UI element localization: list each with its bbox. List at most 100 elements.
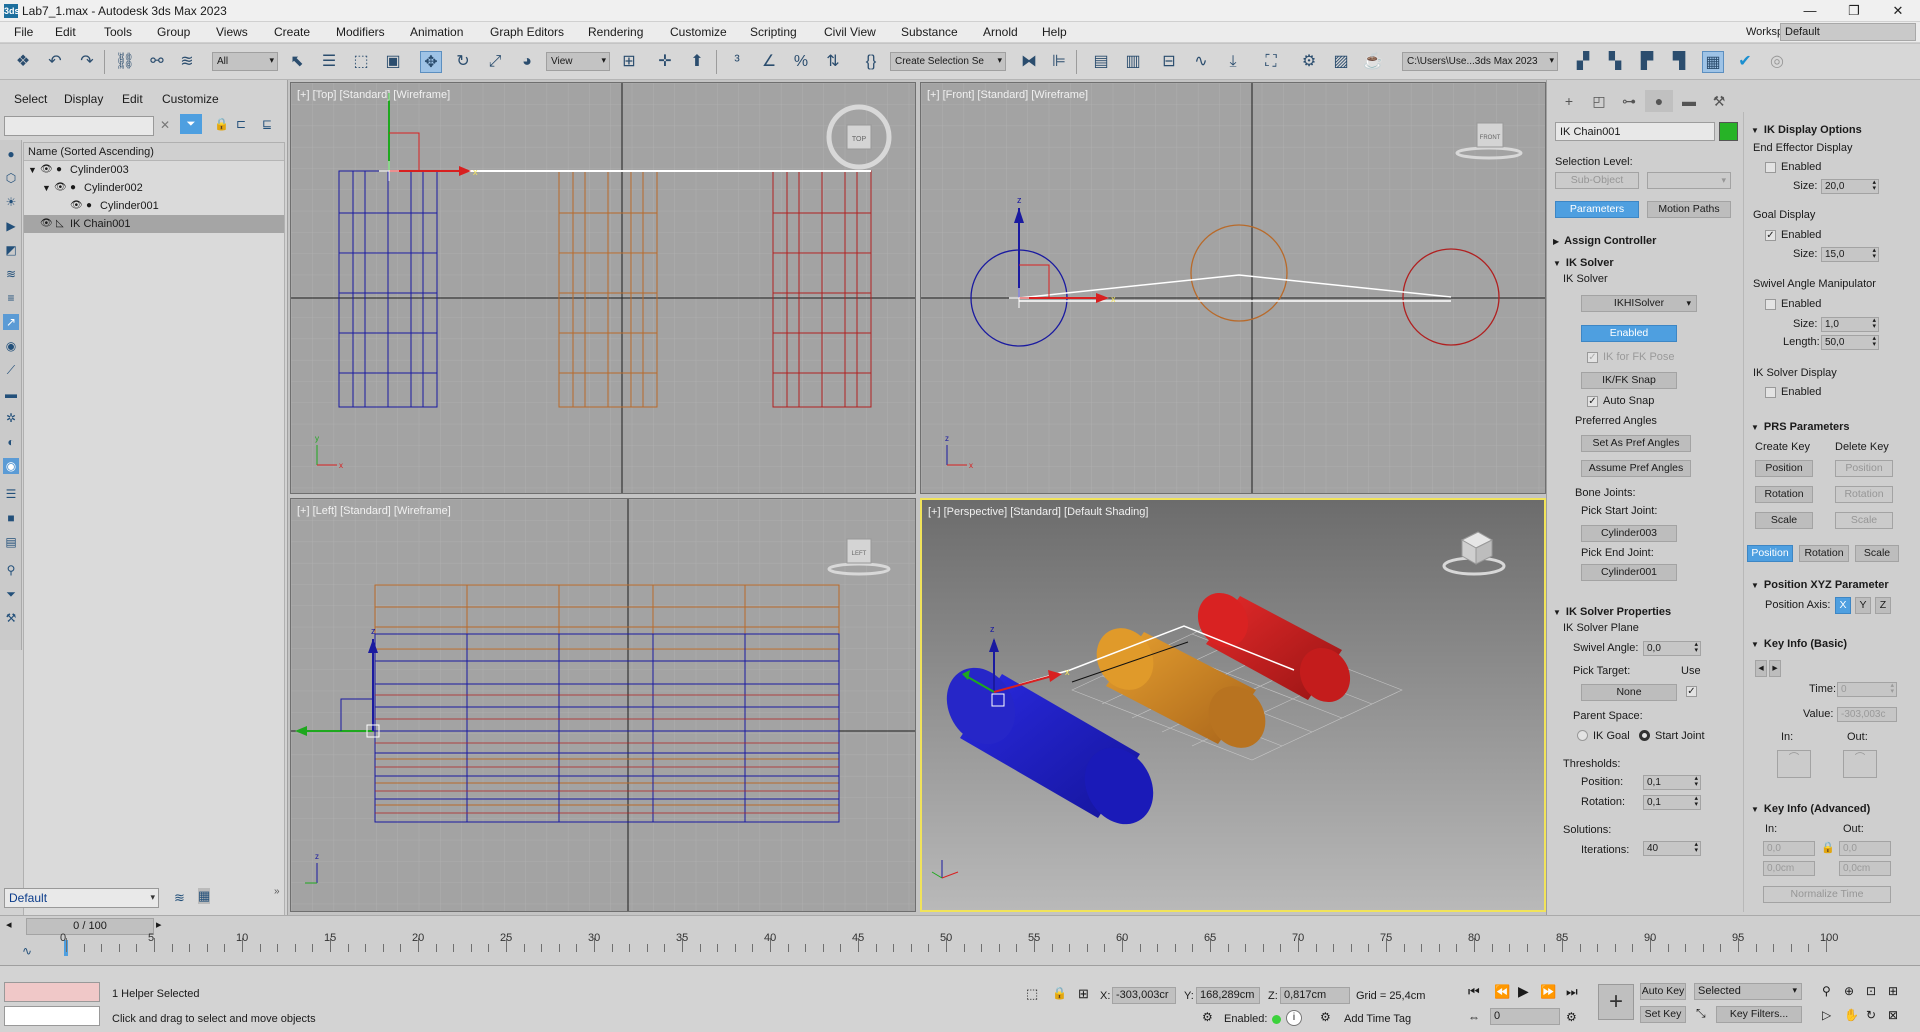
toolbox-icon[interactable]: ⚒ (3, 610, 19, 626)
container-icon-2[interactable]: ▚ (1604, 51, 1626, 73)
minimize-button[interactable]: — (1788, 0, 1832, 22)
close-button[interactable]: ✕ (1876, 0, 1920, 22)
ik-fk-snap-button[interactable]: IK/FK Snap (1581, 372, 1677, 389)
none-icon[interactable]: ▤ (3, 534, 19, 550)
delete-scale-key-button[interactable]: Scale (1835, 512, 1893, 529)
key-info-basic-rollout[interactable]: ▼ Key Info (Basic) (1751, 638, 1847, 650)
select-by-name-icon[interactable]: ☰ (318, 51, 340, 73)
key-mode-icon[interactable]: ⇔ (1468, 1010, 1480, 1024)
time-slider[interactable]: 0 / 100 (26, 918, 154, 935)
material-editor-icon[interactable]: ⛶ (1260, 51, 1282, 73)
menu-arnold[interactable]: Arnold (983, 25, 1018, 39)
pick-target-none-button[interactable]: None (1581, 684, 1677, 701)
isolate-selection-icon[interactable]: ⬚ (1026, 986, 1038, 1002)
link-icon[interactable]: ⛓ (114, 51, 136, 73)
viewport-top-label[interactable]: [+] [Top] [Standard] [Wireframe] (297, 89, 450, 101)
maxscript-input[interactable] (4, 1006, 100, 1026)
ik-goal-radio[interactable] (1577, 730, 1588, 741)
adv-out-spinner[interactable]: 0,0 (1839, 841, 1891, 856)
threshold-position-spinner[interactable]: 0,1 ▴ ▾ (1643, 775, 1701, 790)
helpers-filter-icon[interactable]: ◩ (3, 242, 19, 258)
start-joint-button[interactable]: Cylinder003 (1581, 525, 1677, 542)
pan-icon[interactable]: ✋ (1844, 1008, 1859, 1022)
create-rotation-key-button[interactable]: Rotation (1755, 486, 1813, 503)
containers-filter-icon[interactable]: ⟋ (3, 362, 19, 378)
container-icon-3[interactable]: ▛ (1636, 51, 1658, 73)
go-to-start-icon[interactable]: ⏮ (1468, 984, 1480, 1000)
collapse-triangle-icon[interactable]: ▼ (28, 161, 37, 179)
lights-filter-icon[interactable]: ☀ (3, 194, 19, 210)
key-filters-button[interactable]: Key Filters... (1716, 1006, 1802, 1023)
end-joint-button[interactable]: Cylinder001 (1581, 564, 1677, 581)
key-info-advanced-rollout[interactable]: ▼ Key Info (Advanced) (1751, 803, 1870, 815)
add-time-tag[interactable]: Add Time Tag (1344, 1013, 1411, 1025)
viewport-perspective[interactable]: [+] [Perspective] [Standard] [Default Sh… (920, 498, 1546, 912)
viewport-perspective-label[interactable]: [+] [Perspective] [Standard] [Default Sh… (928, 506, 1148, 518)
reference-coord-dropdown[interactable]: View ▾ (546, 52, 610, 71)
key-time-spinner[interactable]: 0 ▴ ▾ (1837, 682, 1897, 697)
layers-icon[interactable]: ≋ (174, 890, 185, 906)
ik-display-options-rollout[interactable]: ▼ IK Display Options (1751, 124, 1862, 136)
swivel-length-spinner[interactable]: 50,0 ▴ ▾ (1821, 335, 1879, 350)
object-color-swatch[interactable] (1719, 122, 1738, 141)
time-config-icon[interactable]: ⚙ (1566, 1010, 1577, 1024)
container-icon-4[interactable]: ▜ (1668, 51, 1690, 73)
visibility-eye-icon[interactable]: 👁 (40, 215, 53, 233)
object-name-field[interactable]: IK Chain001 (1555, 122, 1715, 141)
y-coord-field[interactable]: 168,289cm (1196, 987, 1260, 1004)
maxscript-listener[interactable] (4, 982, 100, 1002)
workspace-dropdown[interactable]: Default (1780, 23, 1916, 41)
sub-object-dropdown[interactable]: ▾ (1647, 172, 1731, 189)
menu-group[interactable]: Group (157, 25, 190, 39)
se-search-input[interactable] (4, 116, 154, 136)
visibility-eye-icon[interactable]: 👁 (70, 197, 83, 215)
zoom-icon[interactable]: ⚲ (1822, 984, 1831, 998)
select-manipulate-icon[interactable]: ✛ (654, 51, 676, 73)
axis-y-button[interactable]: Y (1855, 597, 1871, 614)
prev-key-icon[interactable]: ◂ (1755, 660, 1767, 677)
container-icon-1[interactable]: ▞ (1572, 51, 1594, 73)
adv-in-speed-spinner[interactable]: 0,0cm (1763, 861, 1815, 876)
display-all-icon[interactable]: ◉ (3, 458, 19, 474)
adaptive-degradation-icon[interactable]: ⚙ (1202, 1010, 1213, 1024)
project-folder-dropdown[interactable]: C:\Users\Use...3ds Max 2023 ▾ (1402, 52, 1558, 71)
set-key-big-icon[interactable]: + (1598, 984, 1634, 1020)
adv-in-spinner[interactable]: 0,0 (1763, 841, 1815, 856)
assume-pref-angles-button[interactable]: Assume Pref Angles (1581, 460, 1691, 477)
hidden-filter-icon[interactable]: ◐ (3, 434, 19, 450)
layer-dropdown[interactable]: Default ▾ (4, 888, 159, 908)
default-in-out-icon[interactable]: ⤡ (1696, 1006, 1706, 1021)
scene-list-header[interactable]: Name (Sorted Ascending) (24, 143, 284, 161)
edit-named-selections-icon[interactable]: {} (860, 51, 882, 73)
spacewarps-filter-icon[interactable]: ≋ (3, 266, 19, 282)
list-item[interactable]: ▼ 👁 ● Cylinder002 (24, 179, 284, 197)
prs-parameters-rollout[interactable]: ▼ PRS Parameters (1751, 421, 1850, 433)
undo-icon[interactable]: ↶ (44, 51, 66, 73)
prs-position-tab[interactable]: Position (1747, 545, 1793, 562)
render-toggle-icon[interactable]: ▦ (1702, 51, 1724, 73)
layer-explorer-icon[interactable]: ▥ (1122, 51, 1144, 73)
in-tangent-icon[interactable]: ⌒ (1777, 750, 1811, 778)
previous-frame-icon[interactable]: ⏪ (1494, 984, 1510, 1000)
create-tab-icon[interactable]: + (1555, 90, 1583, 112)
axis-z-button[interactable]: Z (1875, 597, 1891, 614)
display-tab-icon[interactable]: ▬ (1675, 90, 1703, 112)
schematic-view-icon[interactable]: ⤓ (1222, 51, 1244, 73)
time-tag-icon[interactable]: ⚙ (1320, 1010, 1331, 1024)
frozen-filter-icon[interactable]: ▬ (3, 386, 19, 402)
set-key-button[interactable]: Set Key (1640, 1006, 1686, 1023)
se-menu-customize[interactable]: Customize (162, 92, 219, 106)
viewport-left[interactable]: [+] [Left] [Standard] [Wireframe] z LEFT… (290, 498, 916, 912)
menu-animation[interactable]: Animation (410, 25, 463, 39)
redo-icon[interactable]: ↷ (76, 51, 98, 73)
orbit-icon[interactable]: ↻ (1866, 1008, 1876, 1022)
curve-editor-mini-icon[interactable]: ∿ (22, 944, 32, 958)
window-crossing-icon[interactable]: ▣ (382, 51, 404, 73)
menu-rendering[interactable]: Rendering (588, 25, 643, 39)
swivel-enabled-checkbox[interactable] (1765, 299, 1776, 310)
bones-filter-icon[interactable]: ◉ (3, 338, 19, 354)
swivel-angle-spinner[interactable]: 0,0 ▴ ▾ (1643, 641, 1701, 656)
list-icon[interactable]: ☰ (3, 486, 19, 502)
menu-customize[interactable]: Customize (670, 25, 727, 39)
next-frame-icon[interactable]: ⏩ (1540, 984, 1556, 1000)
